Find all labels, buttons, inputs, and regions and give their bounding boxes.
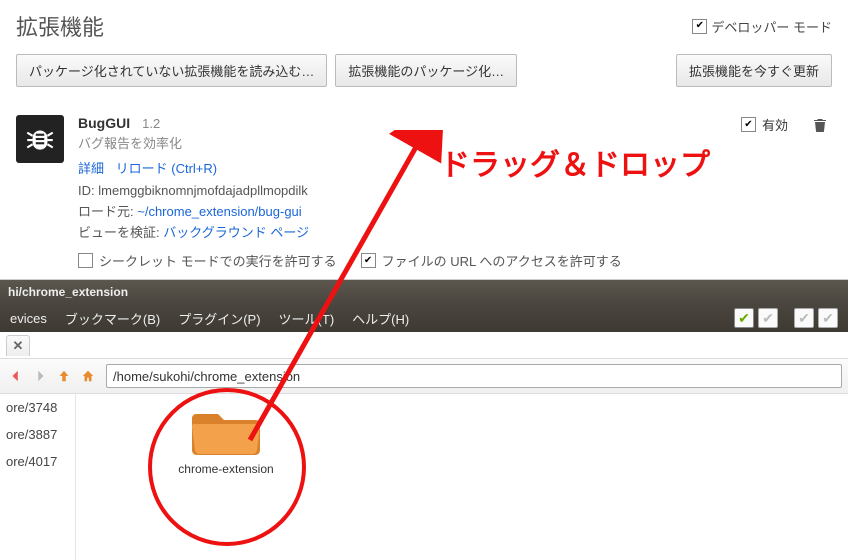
- fm-body: ore/3748 ore/3887 ore/4017 chrome-extens…: [0, 394, 848, 560]
- extension-details: BugGUI 1.2 バグ報告を効率化 詳細 リロード (Ctrl+R) ID:…: [78, 115, 832, 270]
- extension-loaded-from-label: ロード元:: [78, 204, 134, 219]
- nav-forward-icon[interactable]: [30, 366, 50, 386]
- extension-inspect-link[interactable]: バックグラウンド ページ: [163, 225, 309, 240]
- extension-detail-link[interactable]: 詳細: [78, 161, 104, 176]
- extension-controls: 有効: [741, 115, 832, 134]
- developer-mode-checkbox[interactable]: [692, 19, 707, 34]
- file-manager-window: hi/chrome_extension evices ブックマーク(B) プラグ…: [0, 279, 848, 558]
- sidebar-item-3748[interactable]: ore/3748: [0, 394, 75, 421]
- extension-inspect-label: ビューを検証:: [78, 225, 160, 240]
- extension-permissions: シークレット モードでの実行を許可する ファイルの URL へのアクセスを許可す…: [78, 251, 832, 270]
- extension-item: BugGUI 1.2 バグ報告を効率化 詳細 リロード (Ctrl+R) ID:…: [16, 115, 832, 270]
- perm-file-url-label: ファイルの URL へのアクセスを許可する: [382, 251, 622, 270]
- nav-back-icon[interactable]: [6, 366, 26, 386]
- fm-menu-tools[interactable]: ツール(T): [279, 309, 335, 328]
- fm-menu-plugins[interactable]: プラグイン(P): [178, 309, 260, 328]
- extension-reload-link[interactable]: リロード (Ctrl+R): [116, 161, 217, 176]
- fm-status-toggle-2[interactable]: ✔: [758, 308, 778, 328]
- extensions-header: 拡張機能 デベロッパー モード: [16, 10, 832, 42]
- extension-enable-label: 有効: [762, 115, 788, 134]
- update-now-button[interactable]: 拡張機能を今すぐ更新: [676, 54, 832, 87]
- fm-sidebar: ore/3748 ore/3887 ore/4017: [0, 394, 75, 560]
- fm-tab-close-button[interactable]: ✕: [6, 335, 30, 356]
- nav-home-icon[interactable]: [78, 366, 98, 386]
- fm-menu-bookmarks[interactable]: ブックマーク(B): [65, 309, 160, 328]
- sidebar-item-3887[interactable]: ore/3887: [0, 421, 75, 448]
- extensions-toolbar: パッケージ化されていない拡張機能を読み込む… 拡張機能のパッケージ化… 拡張機能…: [16, 54, 832, 87]
- fm-tabbar: ✕: [0, 332, 848, 359]
- developer-mode-toggle[interactable]: デベロッパー モード: [692, 17, 832, 36]
- perm-file-url-checkbox[interactable]: [361, 253, 376, 268]
- extensions-page: 拡張機能 デベロッパー モード パッケージ化されていない拡張機能を読み込む… 拡…: [0, 0, 848, 270]
- fm-status-toggle-3[interactable]: ✔: [794, 308, 814, 328]
- sidebar-item-4017[interactable]: ore/4017: [0, 448, 75, 475]
- trash-icon[interactable]: [812, 117, 828, 133]
- extension-version: 1.2: [142, 116, 160, 131]
- load-unpacked-button[interactable]: パッケージ化されていない拡張機能を読み込む…: [16, 54, 327, 87]
- fm-menubar: evices ブックマーク(B) プラグイン(P) ツール(T) ヘルプ(H) …: [0, 304, 848, 332]
- fm-path-input[interactable]: /home/sukohi/chrome_extension: [106, 364, 842, 388]
- extension-id-label: ID:: [78, 183, 95, 198]
- fm-titlebar: hi/chrome_extension: [0, 280, 848, 304]
- fm-file-area[interactable]: chrome-extension: [75, 394, 848, 560]
- bug-icon: [16, 115, 64, 163]
- perm-incognito-label: シークレット モードでの実行を許可する: [99, 251, 337, 270]
- extension-id-value: lmemggbiknomnjmofdajadpllmopdilk: [98, 183, 308, 198]
- fm-status-toggles: ✔ ✔ ✔ ✔: [734, 308, 838, 328]
- page-title: 拡張機能: [16, 10, 104, 42]
- perm-file-url-toggle[interactable]: ファイルの URL へのアクセスを許可する: [361, 251, 622, 270]
- extension-enable-toggle[interactable]: 有効: [741, 115, 788, 134]
- perm-incognito-checkbox[interactable]: [78, 253, 93, 268]
- fm-path-text: /home/sukohi/chrome_extension: [113, 369, 300, 384]
- perm-incognito-toggle[interactable]: シークレット モードでの実行を許可する: [78, 251, 337, 270]
- extension-loaded-from-link[interactable]: ~/chrome_extension/bug-gui: [137, 204, 301, 219]
- developer-mode-label: デベロッパー モード: [711, 17, 832, 36]
- extension-enable-checkbox[interactable]: [741, 117, 756, 132]
- extension-name: BugGUI: [78, 115, 130, 131]
- fm-menu-help[interactable]: ヘルプ(H): [352, 309, 409, 328]
- folder-chrome-extension[interactable]: chrome-extension: [171, 404, 281, 477]
- nav-up-icon[interactable]: [54, 366, 74, 386]
- folder-icon: [192, 404, 260, 458]
- fm-status-toggle-1[interactable]: ✔: [734, 308, 754, 328]
- pack-extension-button[interactable]: 拡張機能のパッケージ化…: [335, 54, 517, 87]
- fm-title-path: hi/chrome_extension: [8, 285, 128, 299]
- fm-menu-devices[interactable]: evices: [10, 311, 47, 326]
- fm-toolbar: /home/sukohi/chrome_extension: [0, 359, 848, 394]
- folder-label: chrome-extension: [171, 462, 281, 477]
- extension-description: バグ報告を効率化: [78, 133, 832, 152]
- fm-status-toggle-4[interactable]: ✔: [818, 308, 838, 328]
